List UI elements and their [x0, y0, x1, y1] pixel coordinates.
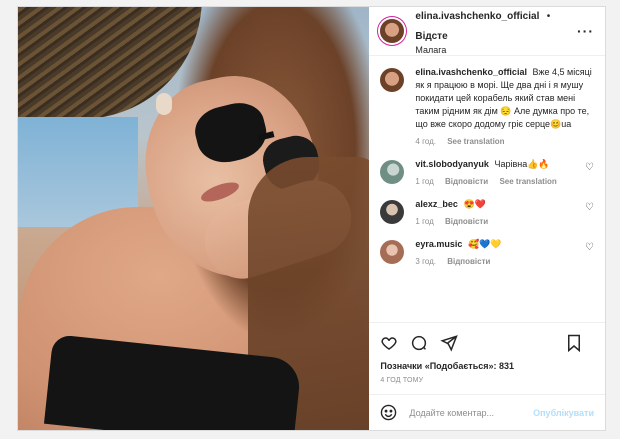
list-item: eyra.music 🥰💙💛 3 год. Відповісти ♡	[380, 238, 594, 266]
see-translation-link[interactable]: See translation	[499, 177, 556, 186]
caption: elina.ivashchenko_official Вже 4,5 місяц…	[380, 66, 594, 146]
comment-text-line: eyra.music 🥰💙💛	[415, 238, 585, 251]
reply-button[interactable]: Відповісти	[445, 177, 488, 186]
comment-text-line: vit.slobodyanyuk Чарівна👍🔥	[415, 158, 585, 171]
publish-button[interactable]: Опублікувати	[533, 408, 594, 418]
separator-dot: •	[546, 11, 551, 23]
comment-username[interactable]: alexz_bec	[415, 199, 458, 209]
likes-count[interactable]: Позначки «Подобається»: 831	[380, 361, 594, 371]
comment-body: vit.slobodyanyuk Чарівна👍🔥 1 год Відпові…	[415, 158, 585, 186]
reply-button[interactable]: Відповісти	[447, 257, 490, 266]
heart-icon[interactable]: ♡	[585, 242, 594, 266]
see-translation-link[interactable]: See translation	[447, 137, 504, 146]
post-header-meta: elina.ivashchenko_official • Відсте Мала…	[415, 5, 577, 56]
post-sidebar: elina.ivashchenko_official • Відсте Мала…	[369, 7, 605, 430]
caption-meta: 4 год. See translation	[415, 137, 594, 146]
photo-earring	[156, 93, 172, 115]
emoji-icon[interactable]	[380, 404, 397, 421]
bookmark-icon[interactable]	[566, 334, 582, 352]
comments-list: elina.ivashchenko_official Вже 4,5 місяц…	[369, 56, 605, 322]
avatar[interactable]	[380, 160, 405, 184]
post-timestamp[interactable]: 4 ГОД ТОМУ	[380, 377, 594, 384]
avatar[interactable]	[380, 200, 405, 224]
post-photo[interactable]	[18, 7, 370, 430]
action-icons	[380, 331, 594, 355]
more-icon[interactable]: ···	[577, 23, 594, 39]
comment-meta: 3 год. Відповісти	[415, 257, 585, 266]
author-username[interactable]: elina.ivashchenko_official	[415, 11, 539, 22]
comment-icon[interactable]	[410, 334, 428, 352]
comment-body: alexz_bec 😍❤️ 1 год Відповісти	[415, 198, 585, 226]
location-link[interactable]: Малага	[415, 45, 577, 56]
comment-text: 😍❤️	[463, 199, 486, 209]
comment-meta: 1 год Відповісти	[415, 217, 585, 226]
comment-input[interactable]: Додайте коментар...	[409, 408, 533, 418]
comment-age[interactable]: 1 год	[415, 177, 433, 186]
heart-icon[interactable]: ♡	[585, 202, 594, 226]
list-item: vit.slobodyanyuk Чарівна👍🔥 1 год Відпові…	[380, 158, 594, 186]
list-item: alexz_bec 😍❤️ 1 год Відповісти ♡	[380, 198, 594, 226]
heart-icon[interactable]: ♡	[585, 162, 594, 186]
comment-text: Чарівна👍🔥	[494, 159, 550, 169]
caption-text-line: elina.ivashchenko_official Вже 4,5 місяц…	[415, 66, 594, 131]
caption-age[interactable]: 4 год.	[415, 137, 436, 146]
comment-text-line: alexz_bec 😍❤️	[415, 198, 585, 211]
comment-username[interactable]: eyra.music	[415, 239, 462, 249]
follow-button[interactable]: Відсте	[415, 31, 447, 42]
comment-body: eyra.music 🥰💙💛 3 год. Відповісти	[415, 238, 585, 266]
post-header: elina.ivashchenko_official • Відсте Мала…	[369, 7, 605, 56]
add-comment-bar: Додайте коментар... Опублікувати	[369, 394, 605, 430]
comment-age[interactable]: 1 год	[415, 217, 433, 226]
avatar[interactable]	[380, 240, 405, 264]
avatar[interactable]	[380, 19, 405, 43]
comment-text: 🥰💙💛	[467, 239, 502, 249]
comment-age[interactable]: 3 год.	[415, 257, 436, 266]
post-modal: elina.ivashchenko_official • Відсте Мала…	[17, 6, 606, 431]
caption-body: elina.ivashchenko_official Вже 4,5 місяц…	[415, 66, 594, 146]
comment-meta: 1 год Відповісти See translation	[415, 177, 585, 186]
caption-username[interactable]: elina.ivashchenko_official	[415, 67, 527, 77]
post-actions: Позначки «Подобається»: 831 4 ГОД ТОМУ	[369, 322, 605, 384]
reply-button[interactable]: Відповісти	[445, 217, 488, 226]
share-icon[interactable]	[440, 334, 459, 352]
heart-icon[interactable]	[380, 334, 398, 352]
avatar[interactable]	[380, 68, 405, 92]
comment-username[interactable]: vit.slobodyanyuk	[415, 159, 489, 169]
